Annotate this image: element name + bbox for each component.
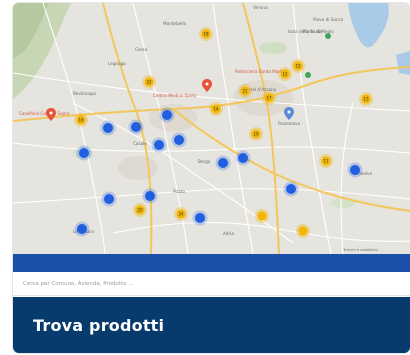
cluster-marker-icon[interactable]: 12 xyxy=(278,67,292,81)
cluster-marker-icon[interactable]: 18 xyxy=(199,27,213,41)
svg-text:16: 16 xyxy=(78,118,84,123)
svg-text:Bevilacqua: Bevilacqua xyxy=(73,91,96,96)
cluster-marker-icon[interactable]: 22 xyxy=(142,75,156,89)
svg-text:14: 14 xyxy=(213,107,219,112)
svg-text:Pozzonovo: Pozzonovo xyxy=(278,121,301,126)
green-place-pin-icon[interactable] xyxy=(305,72,311,78)
svg-text:Ponte di Meolo: Ponte di Meolo xyxy=(303,29,334,34)
green-place-pin-icon[interactable] xyxy=(325,33,331,39)
map-canvas[interactable]: Verona Montebello Isola della Scala Cere… xyxy=(13,3,410,254)
svg-text:15: 15 xyxy=(295,64,301,69)
product-map-card: Verona Montebello Isola della Scala Cere… xyxy=(13,3,410,353)
cluster-marker-icon[interactable]: 11 xyxy=(319,154,333,168)
card-title: Trova prodotti xyxy=(33,316,165,335)
svg-text:Caseificio Colle di Sopra: Caseificio Colle di Sopra xyxy=(19,111,70,116)
search-input[interactable] xyxy=(13,272,410,296)
cluster-marker-icon[interactable]: 16 xyxy=(74,113,88,127)
svg-text:17: 17 xyxy=(266,96,272,101)
cluster-marker-icon[interactable]: 17 xyxy=(262,91,276,105)
cluster-marker-icon[interactable]: 14 xyxy=(209,102,223,116)
svg-text:18: 18 xyxy=(203,32,209,37)
svg-text:Legnago: Legnago xyxy=(108,61,126,66)
blue-producer-marker-icon[interactable] xyxy=(100,120,116,136)
blue-producer-marker-icon[interactable] xyxy=(128,119,144,135)
product-map[interactable]: Verona Montebello Isola della Scala Cere… xyxy=(13,3,410,254)
cluster-marker-icon[interactable]: 24 xyxy=(174,207,188,221)
cluster-marker-icon[interactable]: 21 xyxy=(238,84,252,98)
svg-text:19: 19 xyxy=(253,132,259,137)
cluster-marker-icon[interactable] xyxy=(296,224,310,238)
blue-producer-marker-icon[interactable] xyxy=(215,155,231,171)
blue-producer-marker-icon[interactable] xyxy=(101,191,117,207)
blue-producer-marker-icon[interactable] xyxy=(74,221,90,237)
svg-text:Borgo: Borgo xyxy=(198,159,211,164)
svg-text:Adria: Adria xyxy=(223,231,234,236)
cluster-marker-icon[interactable] xyxy=(255,209,269,223)
svg-text:Casale: Casale xyxy=(133,141,147,146)
svg-text:Montebello: Montebello xyxy=(163,21,187,26)
svg-text:Termini e condizioni: Termini e condizioni xyxy=(342,248,378,252)
svg-text:11: 11 xyxy=(323,159,329,164)
map-divider-bar xyxy=(13,254,410,272)
svg-text:24: 24 xyxy=(178,212,184,217)
svg-text:Centro Medico Santo: Centro Medico Santo xyxy=(153,93,197,98)
blue-producer-marker-icon[interactable] xyxy=(151,137,167,153)
card-footer[interactable]: Trova prodotti xyxy=(13,297,410,353)
cluster-marker-icon[interactable]: 20 xyxy=(133,203,147,217)
blue-producer-marker-icon[interactable] xyxy=(347,162,363,178)
svg-text:20: 20 xyxy=(137,208,143,213)
svg-text:Cerea: Cerea xyxy=(135,47,148,52)
blue-producer-marker-icon[interactable] xyxy=(235,150,251,166)
svg-text:21: 21 xyxy=(242,89,248,94)
svg-text:12: 12 xyxy=(282,72,288,77)
svg-text:Verona: Verona xyxy=(253,5,268,10)
svg-text:Piove di Sacco: Piove di Sacco xyxy=(313,17,344,22)
blue-producer-marker-icon[interactable] xyxy=(159,107,175,123)
cluster-marker-icon[interactable]: 15 xyxy=(291,59,305,73)
blue-producer-marker-icon[interactable] xyxy=(192,210,208,226)
svg-text:13: 13 xyxy=(363,97,369,102)
blue-producer-marker-icon[interactable] xyxy=(142,188,158,204)
svg-text:22: 22 xyxy=(146,80,152,85)
cluster-marker-icon[interactable]: 13 xyxy=(359,92,373,106)
svg-text:Pasticceria Santa Marta: Pasticceria Santa Marta xyxy=(235,69,285,74)
blue-producer-marker-icon[interactable] xyxy=(283,181,299,197)
blue-producer-marker-icon[interactable] xyxy=(171,132,187,148)
cluster-marker-icon[interactable]: 19 xyxy=(249,127,263,141)
svg-text:Pozzo: Pozzo xyxy=(173,189,185,194)
blue-producer-marker-icon[interactable] xyxy=(76,145,92,161)
